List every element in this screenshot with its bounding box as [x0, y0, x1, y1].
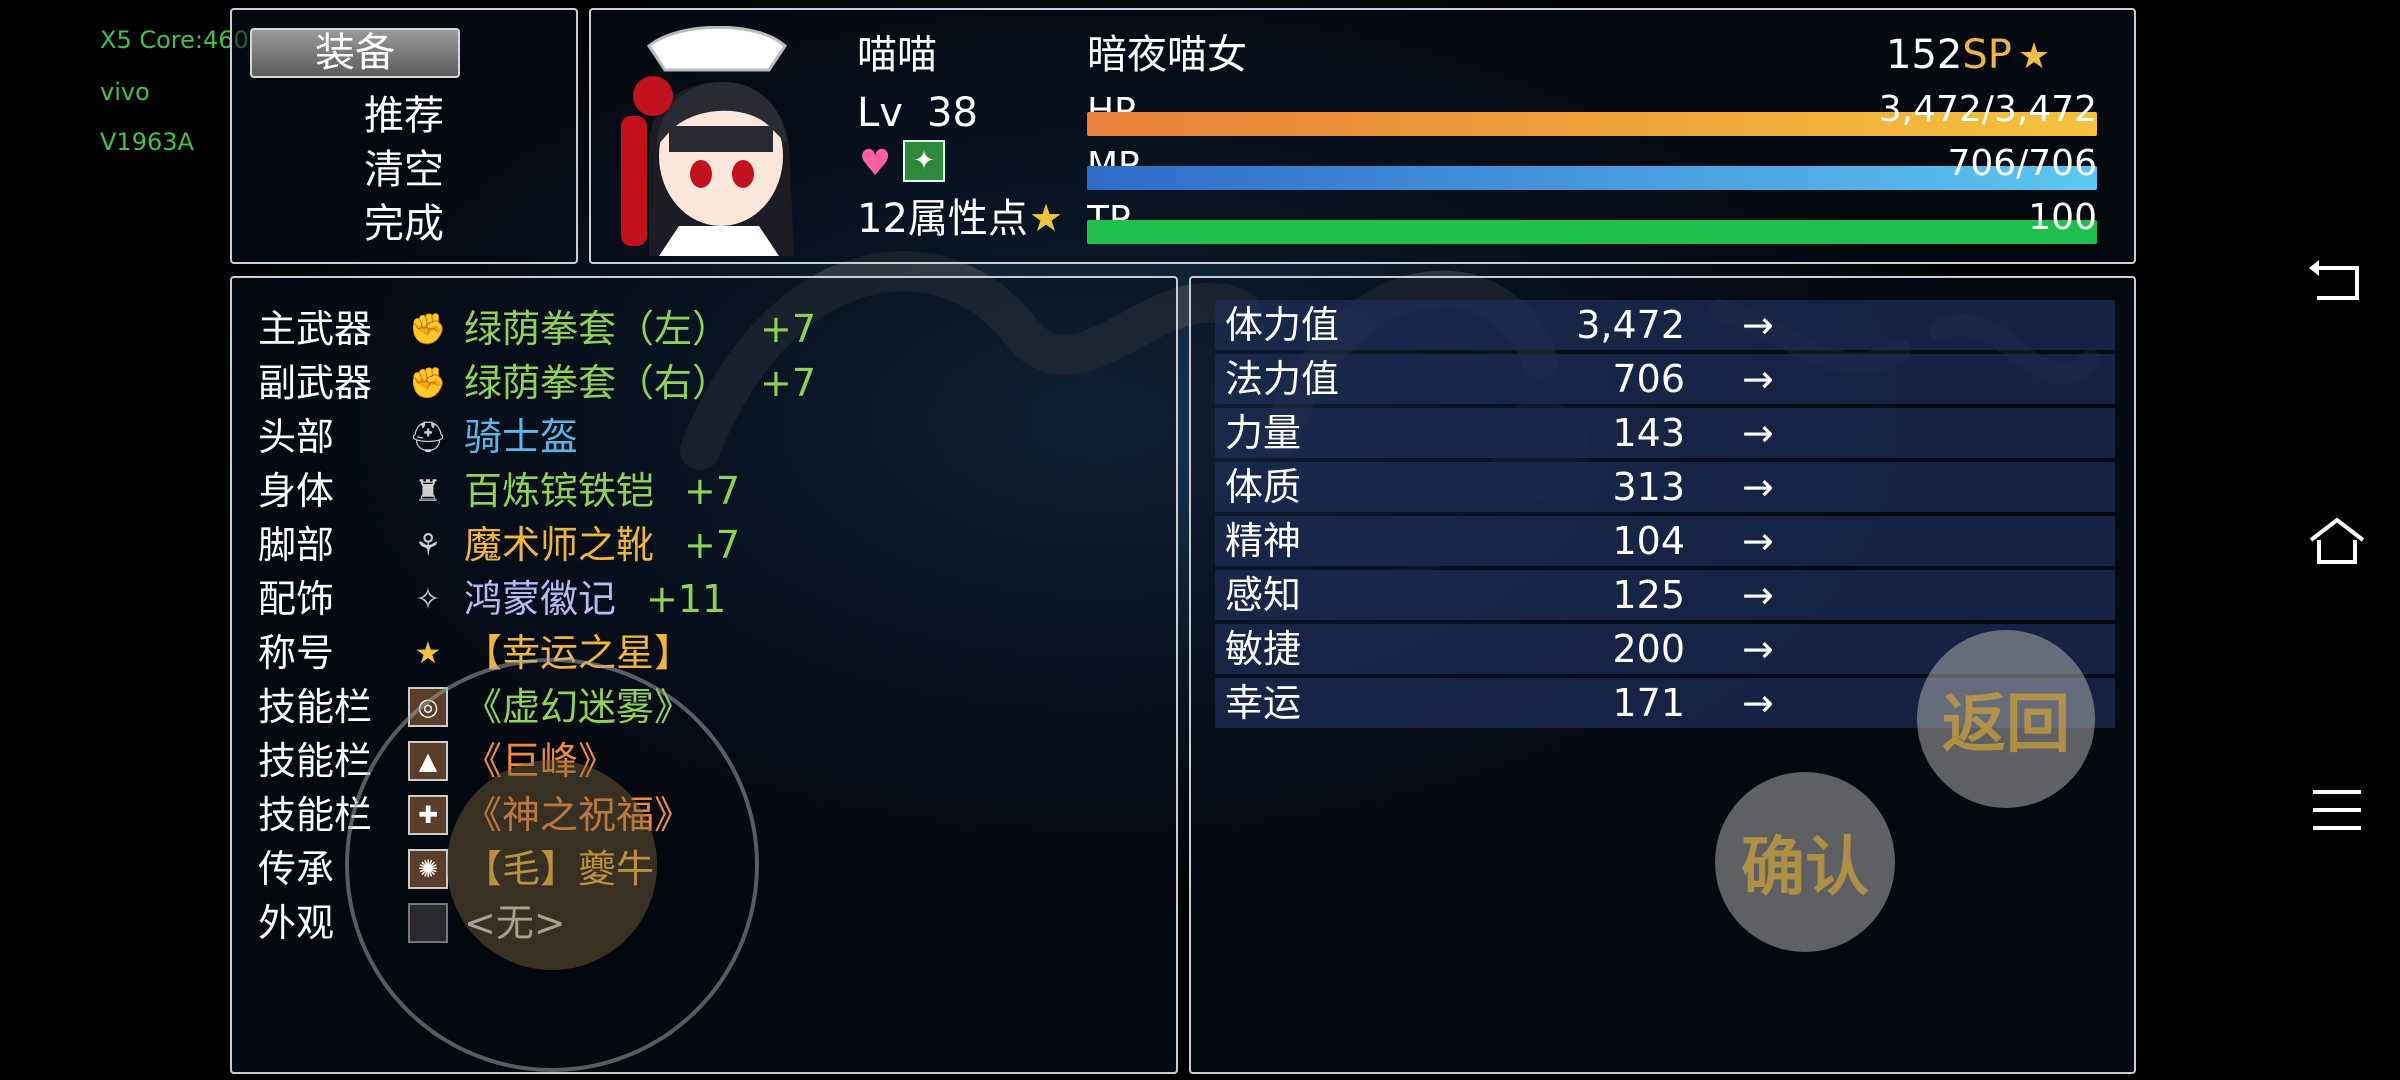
stat-label: 体质 [1225, 465, 1302, 509]
stat-arrow: → [1742, 573, 1774, 617]
home-nav-icon[interactable] [2305, 510, 2369, 574]
star-icon: ★ [1029, 196, 1064, 240]
stat-value: 143 [1612, 411, 1685, 455]
equipment-slot-label: 技能栏 [258, 739, 373, 783]
stat-row: 法力值 706 → [1215, 354, 2115, 404]
stat-arrow: → [1742, 303, 1774, 347]
command-done[interactable]: 完成 [232, 198, 576, 250]
stat-value: 313 [1612, 465, 1685, 509]
sp-label: SP [1962, 32, 2012, 78]
gauntlet-icon: ✊ [409, 311, 447, 347]
stat-label: 精神 [1225, 519, 1302, 563]
stat-label: 感知 [1225, 573, 1302, 617]
stat-value: 200 [1612, 627, 1685, 671]
back-nav-icon[interactable] [2305, 252, 2369, 316]
sp-display: 152SP ★ [1886, 30, 2050, 82]
stat-value: 706 [1612, 357, 1685, 401]
equipment-item-name[interactable]: 绿荫拳套（右） [464, 356, 730, 410]
stat-row: 精神 104 → [1215, 516, 2115, 566]
stat-arrow: → [1742, 681, 1774, 725]
stat-label: 幸运 [1225, 681, 1302, 725]
level-value: 38 [927, 90, 978, 136]
command-equip[interactable]: 装备 [250, 28, 460, 78]
virtual-joystick[interactable] [345, 658, 759, 1072]
double-star-icon: ★ [2017, 36, 2051, 77]
equipment-enhance-level: +11 [646, 577, 727, 621]
equipment-slot-label: 头部 [258, 415, 335, 459]
stat-arrow: → [1742, 411, 1774, 455]
debug-brand-text: vivo [100, 78, 150, 106]
gauntlet-icon: ✊ [409, 365, 447, 401]
stat-row: 体质 313 → [1215, 462, 2115, 512]
stat-value: 3,472 [1576, 303, 1685, 347]
star-icon: ★ [414, 635, 442, 671]
stat-row: 体力值 3,472 → [1215, 300, 2115, 350]
equipment-enhance-level: +7 [684, 469, 741, 513]
helmet-icon: ⛑ [408, 419, 448, 455]
stat-label: 力量 [1225, 411, 1302, 455]
wing-emblem-icon: ✦ [903, 140, 945, 182]
stat-value: 125 [1612, 573, 1685, 617]
tp-value: 100 [2028, 197, 2097, 238]
stat-value: 104 [1612, 519, 1685, 563]
attribute-points: 12属性点 [857, 196, 1028, 242]
equipment-slot-label: 副武器 [258, 361, 373, 405]
sp-value: 152 [1886, 32, 1963, 78]
confirm-touch-button[interactable]: 确认 [1715, 772, 1895, 952]
hp-value: 3,472/3,472 [1878, 89, 2097, 130]
equipment-slot-label: 称号 [258, 631, 335, 675]
equipment-enhance-level: +7 [684, 523, 741, 567]
stat-label: 敏捷 [1225, 627, 1302, 671]
character-portrait [621, 26, 794, 256]
equipment-slot-label: 外观 [258, 901, 335, 945]
mp-value: 706/706 [1947, 143, 2097, 184]
character-name: 喵喵 [857, 32, 937, 78]
equipment-slot-label: 脚部 [258, 523, 335, 567]
level-label: Lv [857, 90, 903, 136]
equipment-enhance-level: +7 [760, 361, 817, 405]
command-window: 装备 推荐 清空 完成 [230, 8, 578, 264]
stat-row: 力量 143 → [1215, 408, 2115, 458]
menu-nav-icon[interactable] [2305, 778, 2369, 842]
boots-icon: ⚘ [414, 527, 442, 563]
stat-arrow: → [1742, 465, 1774, 509]
armor-icon: ♜ [414, 473, 442, 509]
debug-model-text: V1963A [100, 128, 194, 156]
command-clear[interactable]: 清空 [232, 144, 576, 196]
status-window: 喵喵 Lv 38 ♥ ✦ 12属性点 ★ 暗夜喵女 152SP★ HP 3,47… [589, 8, 2136, 264]
stat-arrow: → [1742, 519, 1774, 563]
equipment-item-name[interactable]: 魔术师之靴 [464, 518, 654, 572]
equipment-item-name[interactable]: 鸿蒙徽记 [464, 572, 616, 626]
equipment-slot-label: 配饰 [258, 577, 335, 621]
command-recommend[interactable]: 推荐 [232, 90, 576, 142]
equipment-enhance-level: +7 [760, 307, 817, 351]
stat-label: 法力值 [1225, 357, 1340, 401]
stat-row: 感知 125 → [1215, 570, 2115, 620]
equipment-item-name[interactable]: 百炼镔铁铠 [464, 464, 654, 518]
back-touch-button[interactable]: 返回 [1917, 630, 2095, 808]
stat-arrow: → [1742, 357, 1774, 401]
equipment-item-name[interactable]: 骑士盔 [464, 410, 578, 464]
equipment-slot-label: 身体 [258, 469, 335, 513]
equipment-item-name[interactable]: 绿荫拳套（左） [464, 302, 730, 356]
badge-icon: ✧ [415, 581, 441, 617]
equipment-slot-label: 主武器 [258, 307, 373, 351]
equipment-slot-label: 技能栏 [258, 685, 373, 729]
heart-icon: ♥ [859, 143, 892, 184]
character-class: 暗夜喵女 [1087, 32, 1247, 78]
stat-label: 体力值 [1225, 303, 1340, 347]
equipment-slot-label: 传承 [258, 847, 335, 891]
stat-arrow: → [1742, 627, 1774, 671]
stat-value: 171 [1612, 681, 1685, 725]
joystick-knob[interactable] [447, 760, 657, 970]
